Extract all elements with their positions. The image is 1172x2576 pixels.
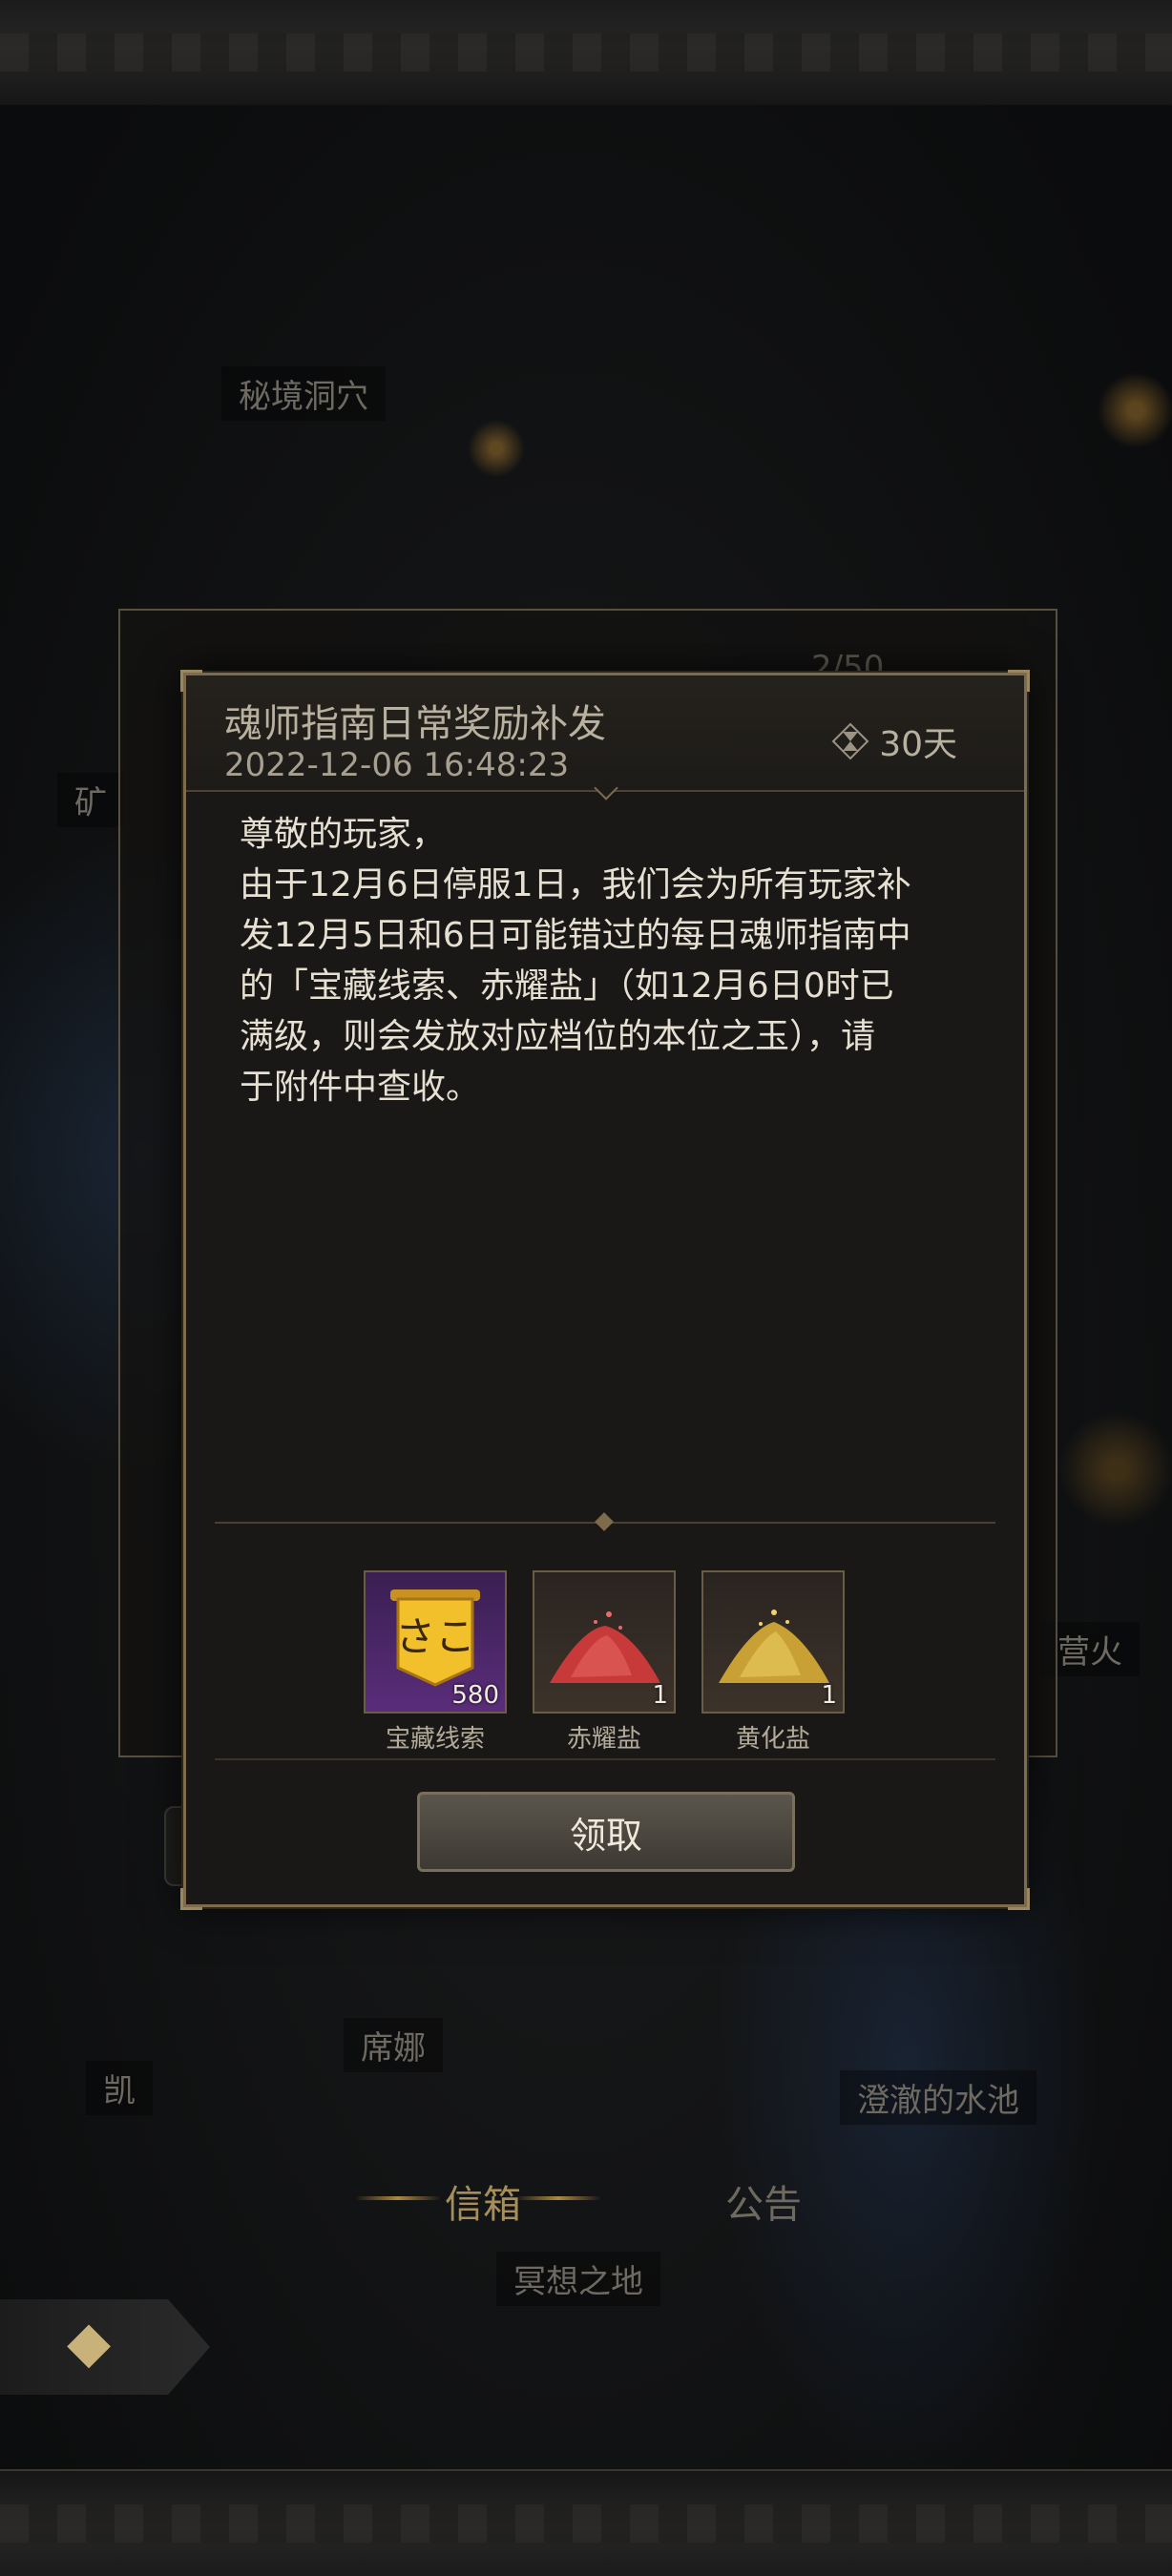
- tab-announcement[interactable]: 公告: [725, 2173, 802, 2229]
- attachment-name: 宝藏线索: [385, 1725, 485, 1754]
- mail-header: 魂师指南日常奖励补发 2022-12-06 16:48:23 30天: [186, 675, 1024, 792]
- tab-mailbox[interactable]: 信箱: [445, 2173, 521, 2229]
- mail-line: 的「宝藏线索、赤耀盐」（如12月6日0时已: [240, 966, 894, 1006]
- footer-divider: [215, 1758, 995, 1760]
- attachment-list: さこ 580 宝藏线索 1 赤耀盐 1 黄化盐: [364, 1570, 845, 1755]
- attachment-name: 赤耀盐: [566, 1725, 641, 1754]
- map-label-clear-pool: 澄澈的水池: [840, 2070, 1036, 2125]
- attachment-item-red-salt[interactable]: 1 赤耀盐: [533, 1570, 676, 1755]
- bottom-frame: [0, 2469, 1172, 2576]
- claim-button[interactable]: 领取: [417, 1792, 795, 1872]
- map-label-xina: 席娜: [344, 2018, 443, 2072]
- attachment-item-yellow-salt[interactable]: 1 黄化盐: [701, 1570, 845, 1755]
- hourglass-icon: [831, 722, 869, 760]
- top-frame: [0, 0, 1172, 107]
- mail-body: 尊敬的玩家， 由于12月6日停服1日，我们会为所有玩家补 发12月5日和6日可能…: [240, 809, 965, 1112]
- map-label-mine: 矿: [57, 773, 124, 827]
- red-salt-pile-icon: [542, 1601, 666, 1700]
- attachment-count: 1: [821, 1681, 837, 1710]
- attachment-item-treasure-clue[interactable]: さこ 580 宝藏线索: [364, 1570, 507, 1755]
- attachment-slot[interactable]: 1: [701, 1570, 845, 1714]
- map-label-kai: 凯: [86, 2061, 153, 2115]
- mail-datetime: 2022-12-06 16:48:23: [224, 746, 570, 784]
- mail-line: 由于12月6日停服1日，我们会为所有玩家补: [240, 865, 911, 904]
- mail-line: 于附件中查收。: [240, 1068, 481, 1107]
- attachment-count: 1: [652, 1681, 668, 1710]
- mail-greeting: 尊敬的玩家，: [240, 815, 447, 854]
- mail-line: 满级，则会发放对应档位的本位之玉），请: [240, 1017, 876, 1056]
- expire-info: 30天: [831, 717, 957, 766]
- back-arrow-icon: ◆: [67, 2309, 112, 2376]
- mail-title: 魂师指南日常奖励补发: [224, 702, 606, 746]
- svg-text:さこ: さこ: [395, 1613, 475, 1660]
- attachment-name: 黄化盐: [735, 1725, 810, 1754]
- mail-detail-dialog: 魂师指南日常奖励补发 2022-12-06 16:48:23 30天 尊敬的玩家…: [180, 670, 1030, 1910]
- tab-ornament-left: [355, 2196, 441, 2200]
- map-label-meditation-land: 冥想之地: [496, 2252, 660, 2306]
- treasure-clue-scroll-icon: さこ: [385, 1586, 486, 1694]
- tab-ornament-right: [515, 2196, 601, 2200]
- attachment-count: 580: [451, 1681, 499, 1710]
- mail-line: 发12月5日和6日可能错过的每日魂师指南中: [240, 916, 911, 955]
- expire-days: 30天: [879, 725, 957, 764]
- attachment-slot[interactable]: さこ 580: [364, 1570, 507, 1714]
- yellow-salt-pile-icon: [711, 1601, 835, 1700]
- map-label-secret-cave: 秘境洞穴: [221, 366, 386, 421]
- attachment-slot[interactable]: 1: [533, 1570, 676, 1714]
- attachment-notch: [595, 1512, 614, 1531]
